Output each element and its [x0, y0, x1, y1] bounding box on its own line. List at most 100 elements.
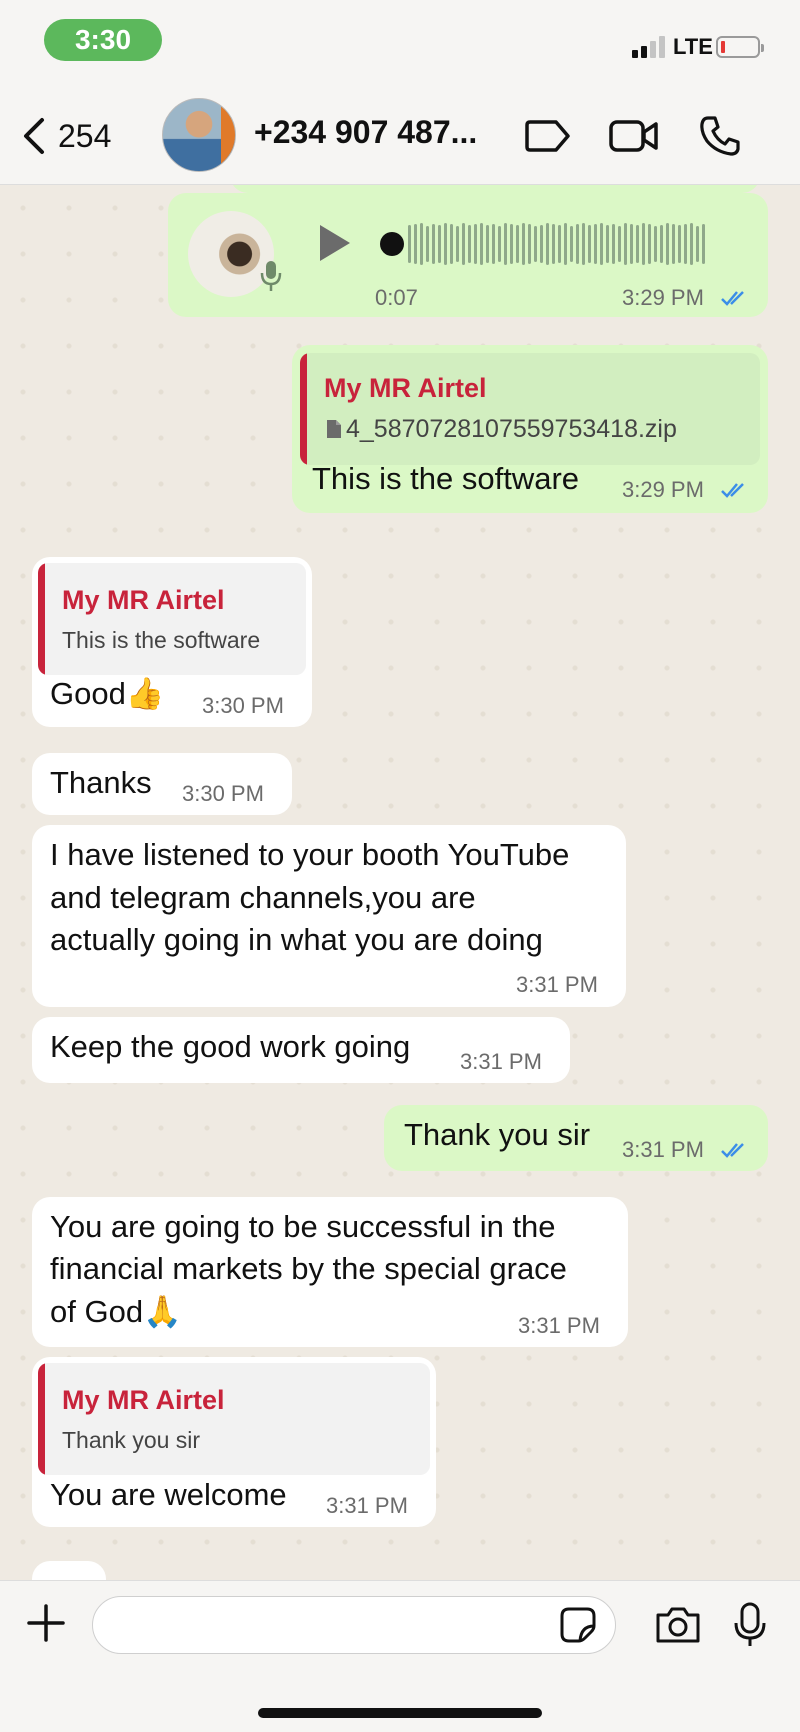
- message-text-line: of God🙏: [50, 1294, 182, 1329]
- contact-name[interactable]: +234 907 487...: [254, 114, 477, 151]
- voice-record-button[interactable]: [728, 1597, 772, 1653]
- waveform-bar: [618, 226, 621, 262]
- file-message-bubble[interactable]: My MR Airtel 4_5870728107559753418.zip T…: [292, 345, 768, 513]
- message-time: 3:29 PM: [622, 285, 704, 310]
- message-time: 3:31 PM: [326, 1493, 408, 1518]
- chat-area[interactable]: 0:07 3:29 PM My MR Airtel 4_587072810755…: [0, 185, 800, 1580]
- message-text: Thank you sir: [404, 1117, 591, 1152]
- message-text-line: You are going to be successful in the: [50, 1209, 556, 1244]
- waveform-bar: [540, 225, 543, 263]
- waveform-bar: [516, 225, 519, 263]
- video-call-button[interactable]: [608, 110, 660, 162]
- message-time: 3:31 PM: [518, 1313, 600, 1338]
- quoted-message[interactable]: My MR Airtel Thank you sir: [38, 1363, 430, 1475]
- waveform-bar: [456, 226, 459, 262]
- waveform-bar: [612, 224, 615, 264]
- waveform-bar: [636, 225, 639, 263]
- quote-text: Thank you sir: [62, 1427, 201, 1453]
- label-button[interactable]: [522, 110, 574, 162]
- outgoing-message-bubble[interactable]: Thank you sir 3:31 PM: [384, 1105, 768, 1171]
- quoted-file[interactable]: My MR Airtel 4_5870728107559753418.zip: [300, 353, 760, 465]
- message-text: You are welcome: [50, 1477, 287, 1512]
- play-icon[interactable]: [318, 223, 352, 263]
- incoming-reply-bubble[interactable]: My MR Airtel This is the software Good👍 …: [32, 557, 312, 727]
- quote-author: My MR Airtel: [62, 1385, 225, 1415]
- incoming-reply-bubble[interactable]: My MR Airtel Thank you sir You are welco…: [32, 1357, 436, 1527]
- playback-scrubber[interactable]: [380, 232, 404, 256]
- plus-icon: [27, 1604, 65, 1642]
- quote-accent-bar: [38, 1363, 45, 1475]
- waveform-bar: [498, 226, 501, 262]
- home-indicator: [258, 1708, 542, 1718]
- waveform-bar: [492, 224, 495, 264]
- incoming-message-bubble[interactable]: Keep the good work going 3:31 PM: [32, 1017, 570, 1083]
- contact-avatar[interactable]: [162, 98, 236, 172]
- waveform-bar: [624, 223, 627, 265]
- message-text-line: actually going in what you are doing: [50, 922, 543, 957]
- waveform-bar: [420, 223, 423, 265]
- waveform-bar: [594, 224, 597, 264]
- sticker-button[interactable]: [556, 1603, 600, 1647]
- voice-waveform[interactable]: [408, 221, 705, 267]
- waveform-bar: [480, 223, 483, 265]
- message-bubble-partial[interactable]: [32, 1561, 106, 1580]
- microphone-icon: [260, 261, 282, 291]
- quote-text: This is the software: [62, 627, 261, 653]
- sticker-icon: [560, 1607, 596, 1643]
- signal-strength-icon: [632, 36, 666, 58]
- waveform-bar: [570, 226, 573, 262]
- back-button[interactable]: 254: [22, 110, 111, 162]
- waveform-bar: [468, 225, 471, 263]
- waveform-bar: [462, 223, 465, 265]
- message-time: 3:29 PM: [622, 477, 704, 502]
- quote-accent-bar: [300, 353, 307, 465]
- message-time: 3:30 PM: [182, 781, 264, 806]
- read-receipt-icon: [721, 291, 744, 306]
- waveform-bar: [408, 225, 411, 263]
- waveform-bar: [522, 223, 525, 265]
- quoted-message[interactable]: My MR Airtel This is the software: [38, 563, 306, 675]
- voice-duration: 0:07: [375, 285, 418, 310]
- attach-button[interactable]: [22, 1599, 70, 1647]
- waveform-bar: [660, 225, 663, 263]
- waveform-bar: [630, 224, 633, 264]
- read-receipt-icon: [721, 483, 744, 498]
- waveform-bar: [534, 226, 537, 262]
- message-text: This is the software: [312, 461, 580, 496]
- incoming-message-bubble[interactable]: I have listened to your booth YouTube an…: [32, 825, 626, 1007]
- incoming-message-bubble[interactable]: You are going to be successful in the fi…: [32, 1197, 628, 1347]
- message-text: Keep the good work going: [50, 1029, 411, 1064]
- waveform-bar: [642, 223, 645, 265]
- chat-header: 254 +234 907 487...: [0, 88, 800, 185]
- message-text-line: financial markets by the special grace: [50, 1251, 567, 1286]
- waveform-bar: [486, 225, 489, 263]
- message-text-line: I have listened to your booth YouTube: [50, 837, 570, 872]
- quote-accent-bar: [38, 563, 45, 675]
- sticker-label-icon: [525, 120, 570, 152]
- message-text-line: and telegram channels,you are: [50, 880, 476, 915]
- battery-icon: [716, 36, 764, 58]
- waveform-bar: [546, 223, 549, 265]
- microphone-icon: [734, 1602, 766, 1646]
- waveform-bar: [558, 225, 561, 263]
- waveform-bar: [510, 224, 513, 264]
- waveform-bar: [528, 224, 531, 264]
- chevron-left-icon: [24, 118, 44, 154]
- waveform-bar: [672, 224, 675, 264]
- waveform-bar: [696, 226, 699, 262]
- message-input[interactable]: [92, 1596, 616, 1654]
- message-time: 3:30 PM: [202, 693, 284, 718]
- message-bubble-partial[interactable]: [230, 185, 760, 193]
- waveform-bar: [600, 223, 603, 265]
- voice-call-button[interactable]: [694, 110, 746, 162]
- waveform-bar: [690, 223, 693, 265]
- network-type: LTE: [673, 34, 713, 59]
- camera-button[interactable]: [652, 1599, 704, 1651]
- incoming-message-bubble[interactable]: Thanks 3:30 PM: [32, 753, 292, 815]
- voice-message-bubble[interactable]: 0:07 3:29 PM: [168, 193, 768, 317]
- message-text: Good👍: [50, 676, 165, 711]
- waveform-bar: [678, 225, 681, 263]
- unread-count: 254: [58, 117, 112, 154]
- waveform-bar: [552, 224, 555, 264]
- status-bar: 3:30 LTE: [0, 0, 800, 88]
